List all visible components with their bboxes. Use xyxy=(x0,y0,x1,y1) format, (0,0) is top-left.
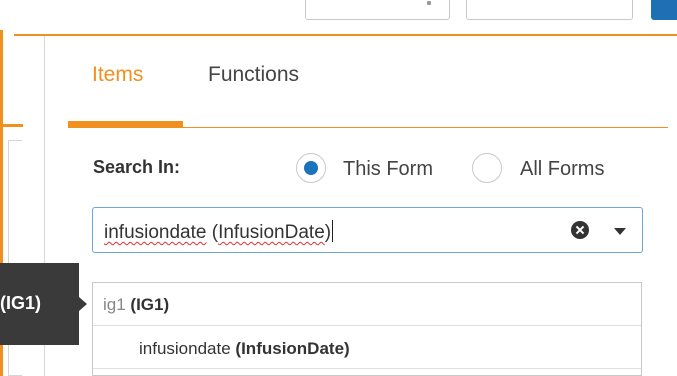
toolbar-button-glyph xyxy=(427,1,431,5)
item-search-input[interactable]: infusiondate (InfusionDate) xyxy=(92,207,643,253)
search-input-value: infusiondate (InfusionDate) xyxy=(104,220,334,243)
tab-items[interactable]: Items xyxy=(92,63,143,87)
toolbar-button[interactable] xyxy=(305,0,450,20)
clear-icon[interactable] xyxy=(571,221,589,239)
search-value-name: infusiondate xyxy=(104,222,207,243)
radio-all-forms[interactable] xyxy=(472,153,502,183)
tooltip-text: (IG1) xyxy=(0,293,42,313)
result-group-label: ig1 (IG1) xyxy=(103,295,169,315)
search-in-label: Search In: xyxy=(93,157,181,177)
tooltip-arrow xyxy=(79,297,87,311)
radio-all-forms-label[interactable]: All Forms xyxy=(520,158,604,181)
radio-this-form[interactable] xyxy=(296,153,326,183)
toolbar-primary-button[interactable] xyxy=(651,0,677,20)
search-results-dropdown: ig1 (IG1) infusiondate (InfusionDate) xyxy=(92,282,642,376)
left-panel-tab-indicator xyxy=(0,124,23,127)
group-tooltip: (IG1) xyxy=(0,263,79,345)
search-value-oid: InfusionDate xyxy=(218,222,325,243)
toolbar-button-secondary[interactable] xyxy=(466,0,633,20)
tab-active-indicator xyxy=(68,121,183,127)
radio-this-form-label[interactable]: This Form xyxy=(343,158,433,181)
text-cursor xyxy=(332,220,334,242)
group-name: ig1 xyxy=(103,295,126,314)
result-item-label: infusiondate (InfusionDate) xyxy=(139,339,350,359)
tab-underline xyxy=(68,127,668,128)
group-oid: (IG1) xyxy=(130,295,170,314)
result-item[interactable]: infusiondate (InfusionDate) xyxy=(93,326,641,369)
tab-functions[interactable]: Functions xyxy=(208,63,299,87)
chevron-down-icon[interactable] xyxy=(614,228,626,235)
header-divider xyxy=(14,34,677,36)
item-oid: (InfusionDate) xyxy=(235,339,350,358)
result-group-header: ig1 (IG1) xyxy=(93,283,641,326)
radio-selected-dot xyxy=(304,161,318,175)
item-name: infusiondate xyxy=(139,339,231,358)
